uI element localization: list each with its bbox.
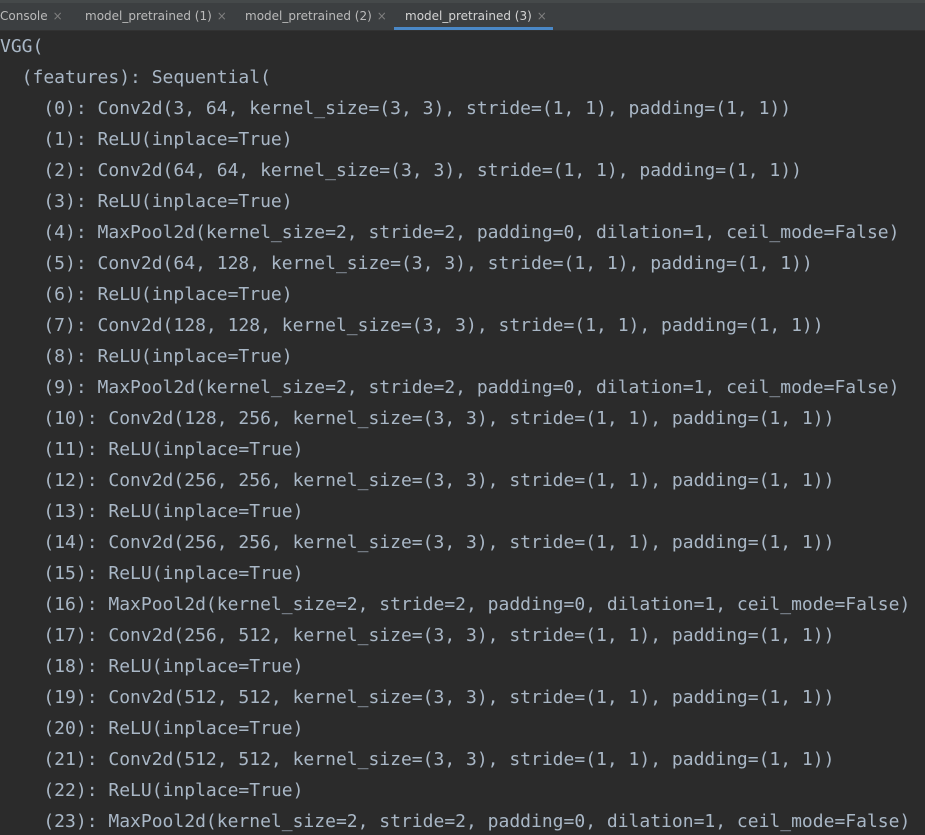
output-line: (14): Conv2d(256, 256, kernel_size=(3, 3… bbox=[0, 532, 835, 553]
output-line: (15): ReLU(inplace=True) bbox=[0, 563, 304, 584]
output-line: (22): ReLU(inplace=True) bbox=[0, 780, 304, 801]
close-icon[interactable]: × bbox=[53, 9, 63, 23]
output-line: (2): Conv2d(64, 64, kernel_size=(3, 3), … bbox=[0, 160, 802, 181]
active-tab-indicator bbox=[394, 27, 553, 30]
tab-bar: Console × model_pretrained (1) × model_pre… bbox=[0, 0, 925, 31]
output-line: (18): ReLU(inplace=True) bbox=[0, 656, 304, 677]
output-line: (9): MaxPool2d(kernel_size=2, stride=2, … bbox=[0, 377, 900, 398]
output-line: (4): MaxPool2d(kernel_size=2, stride=2, … bbox=[0, 222, 900, 243]
close-icon[interactable]: × bbox=[537, 9, 547, 23]
tab-model-pretrained-2[interactable]: model_pretrained (2) × bbox=[245, 3, 387, 30]
tab-label: model_pretrained (3) bbox=[405, 9, 532, 23]
output-line: (5): Conv2d(64, 128, kernel_size=(3, 3),… bbox=[0, 253, 813, 274]
tab-label: model_pretrained (2) bbox=[245, 9, 372, 23]
output-line: (20): ReLU(inplace=True) bbox=[0, 718, 304, 739]
output-line: VGG( bbox=[0, 36, 44, 57]
output-line: (23): MaxPool2d(kernel_size=2, stride=2,… bbox=[0, 811, 911, 832]
output-line: (19): Conv2d(512, 512, kernel_size=(3, 3… bbox=[0, 687, 835, 708]
output-line: (6): ReLU(inplace=True) bbox=[0, 284, 293, 305]
output-line: (1): ReLU(inplace=True) bbox=[0, 129, 293, 150]
tab-model-pretrained-1[interactable]: model_pretrained (1) × bbox=[85, 3, 227, 30]
close-icon[interactable]: × bbox=[377, 9, 387, 23]
console-output[interactable]: VGG( (features): Sequential( (0): Conv2d… bbox=[0, 31, 925, 835]
output-line: (16): MaxPool2d(kernel_size=2, stride=2,… bbox=[0, 594, 911, 615]
tab-label: model_pretrained (1) bbox=[85, 9, 212, 23]
output-line: (17): Conv2d(256, 512, kernel_size=(3, 3… bbox=[0, 625, 835, 646]
output-line: (21): Conv2d(512, 512, kernel_size=(3, 3… bbox=[0, 749, 835, 770]
editor-window: Console × model_pretrained (1) × model_pre… bbox=[0, 0, 925, 835]
output-line: (8): ReLU(inplace=True) bbox=[0, 346, 293, 367]
output-line: (0): Conv2d(3, 64, kernel_size=(3, 3), s… bbox=[0, 98, 792, 119]
tab-model-pretrained-3[interactable]: model_pretrained (3) × bbox=[394, 3, 553, 30]
tab-label: Console bbox=[0, 9, 48, 23]
output-line: (13): ReLU(inplace=True) bbox=[0, 501, 304, 522]
tab-console[interactable]: Console × bbox=[0, 3, 63, 30]
output-line: (7): Conv2d(128, 128, kernel_size=(3, 3)… bbox=[0, 315, 824, 336]
output-line: (11): ReLU(inplace=True) bbox=[0, 439, 304, 460]
output-line: (10): Conv2d(128, 256, kernel_size=(3, 3… bbox=[0, 408, 835, 429]
output-line: (12): Conv2d(256, 256, kernel_size=(3, 3… bbox=[0, 470, 835, 491]
output-line: (features): Sequential( bbox=[0, 67, 271, 88]
output-line: (3): ReLU(inplace=True) bbox=[0, 191, 293, 212]
close-icon[interactable]: × bbox=[217, 9, 227, 23]
